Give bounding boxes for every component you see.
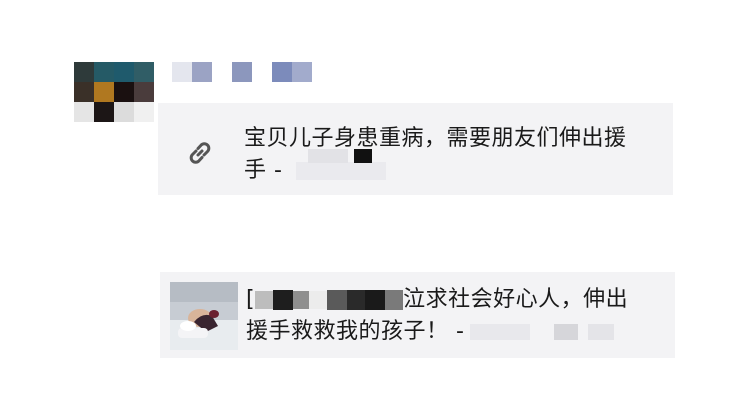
shared-video-card[interactable]: [ 泣求社会好心人，伸出 援手救救我的孩子！ -	[160, 272, 675, 358]
redaction-block	[385, 290, 404, 310]
video-title-line2: 援手救救我的孩子！ -	[246, 319, 465, 344]
redaction-blur	[309, 291, 328, 309]
redaction-block	[347, 290, 366, 310]
video-title-line: [ 泣求社会好心人，伸出	[246, 284, 666, 316]
redaction-blur	[588, 324, 615, 340]
redaction-block	[327, 290, 348, 310]
redaction-blur	[554, 324, 579, 340]
nickname-redaction	[172, 62, 192, 82]
link-title-line: 手 -	[244, 155, 654, 187]
redaction-blur	[295, 162, 386, 180]
nickname-redaction	[272, 62, 292, 82]
redaction-block	[273, 290, 294, 310]
nickname-redaction	[232, 62, 252, 82]
link-title-line: 宝贝儿子身患重病，需要朋友们伸出援	[244, 126, 627, 151]
child-in-hospital-thumbnail	[170, 282, 238, 350]
avatar[interactable]	[74, 62, 154, 122]
nickname-redaction	[192, 62, 212, 82]
shared-link-card[interactable]: 宝贝儿子身患重病，需要朋友们伸出援 手 -	[158, 103, 673, 195]
link-icon	[189, 142, 211, 164]
redaction-block	[365, 290, 386, 310]
redaction-block	[293, 291, 310, 309]
redaction-block	[354, 149, 372, 163]
link-title-line2: 手 -	[244, 158, 283, 183]
video-title-prefix: [	[246, 287, 256, 312]
nickname-redaction	[292, 62, 312, 82]
video-title-line: 援手救救我的孩子！ -	[246, 316, 666, 348]
redaction-block	[255, 291, 274, 309]
video-title: [ 泣求社会好心人，伸出 援手救救我的孩子！ -	[246, 284, 666, 348]
redaction-blur	[470, 324, 531, 340]
redaction-blur	[308, 149, 348, 163]
video-title-line1: 泣求社会好心人，伸出	[403, 287, 629, 312]
link-title: 宝贝儿子身患重病，需要朋友们伸出援 手 -	[244, 123, 654, 187]
